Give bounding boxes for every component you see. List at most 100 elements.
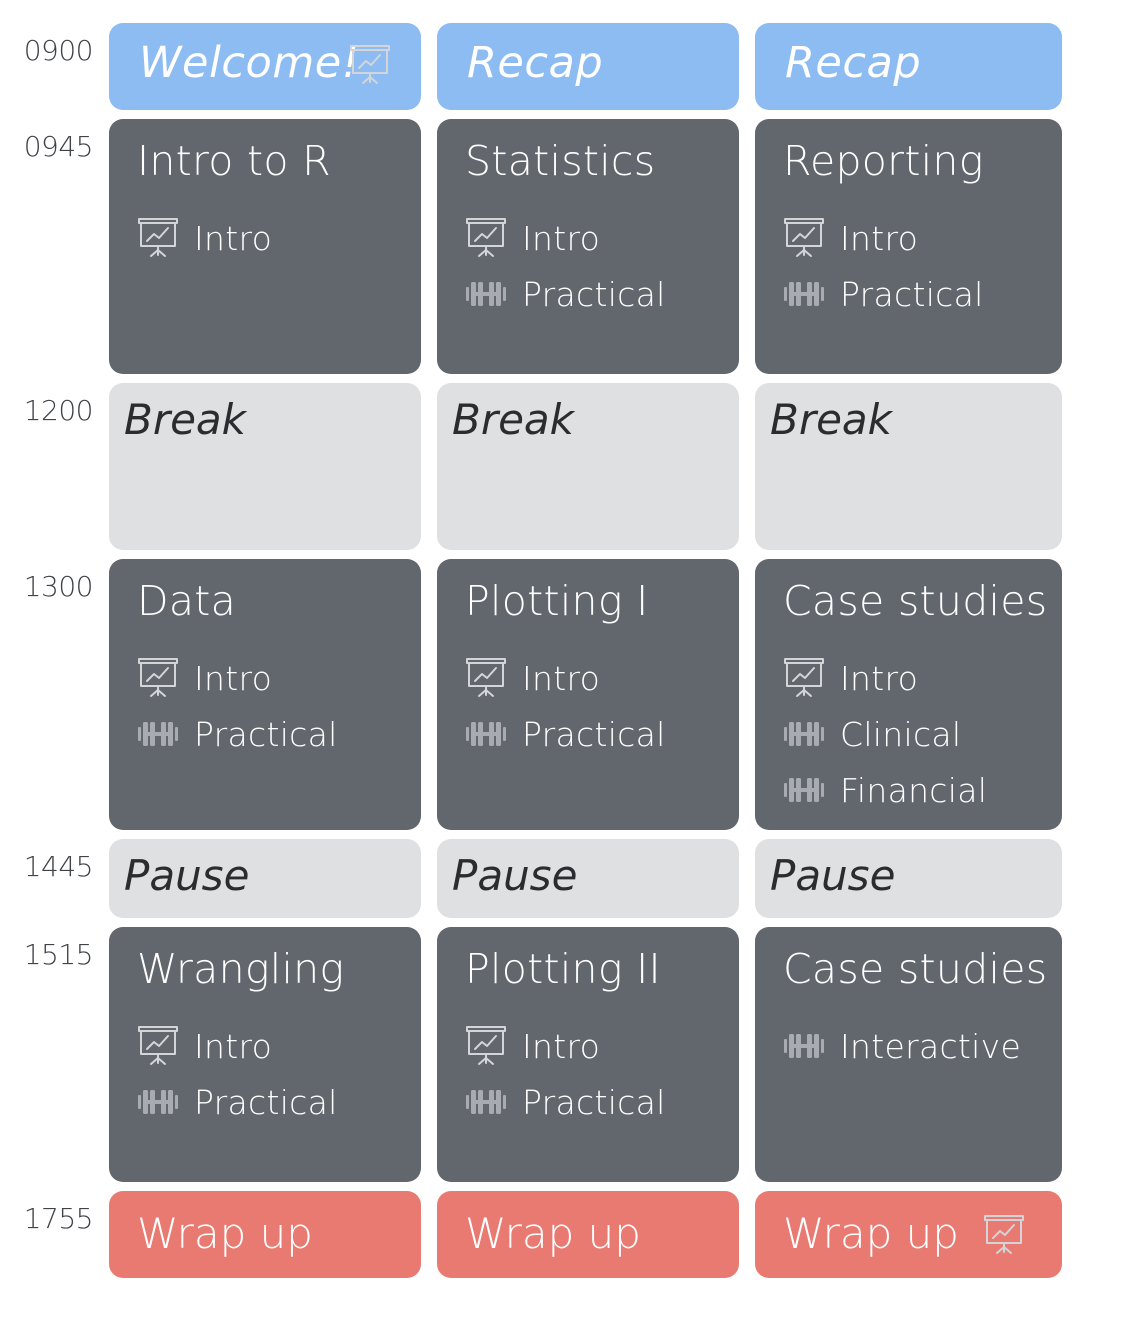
- session-block-reporting: Reporting Intro Practical: [755, 119, 1062, 374]
- dumbbell-icon: [783, 1025, 825, 1067]
- session-item-label: Practical: [840, 274, 984, 314]
- session-block-data: Data Intro Practical: [109, 559, 421, 830]
- session-block-plotting-1: Plotting I Intro Practical: [437, 559, 739, 830]
- recap-block: Recap: [755, 23, 1062, 110]
- session-item-label: Practical: [194, 1082, 338, 1122]
- session-title: Statistics: [465, 137, 656, 185]
- session-title: Intro to R: [137, 137, 331, 185]
- session-item-label: Intro: [522, 658, 601, 698]
- session-item-label: Interactive: [840, 1026, 1022, 1066]
- session-block-case-studies: Case studies Intro Clinical Financial: [755, 559, 1062, 830]
- dumbbell-icon: [465, 1081, 507, 1123]
- time-label-1300: 1300: [23, 570, 94, 603]
- dumbbell-icon: [465, 273, 507, 315]
- pause-block: Pause: [437, 839, 739, 918]
- presentation-icon: [137, 657, 179, 699]
- time-label-1200: 1200: [23, 394, 94, 427]
- session-item: Practical: [137, 1080, 338, 1124]
- pause-block: Pause: [755, 839, 1062, 918]
- time-label-1445: 1445: [23, 850, 94, 883]
- pause-title: Pause: [452, 851, 578, 900]
- session-item-label: Practical: [522, 714, 666, 754]
- recap-title: Recap: [467, 38, 604, 88]
- dumbbell-icon: [783, 769, 825, 811]
- wrap-up-title: Wrap up: [783, 1209, 959, 1258]
- break-block: Break: [437, 383, 739, 550]
- session-item-label: Intro: [194, 658, 273, 698]
- session-item: Intro: [783, 656, 918, 700]
- presentation-icon: [783, 657, 825, 699]
- welcome-title: Welcome!: [139, 38, 360, 88]
- session-item: Practical: [465, 272, 666, 316]
- time-label-0900: 0900: [23, 34, 94, 67]
- session-item: Intro: [465, 1024, 600, 1068]
- wrap-up-title: Wrap up: [137, 1209, 313, 1258]
- dumbbell-icon: [137, 1081, 179, 1123]
- dumbbell-icon: [137, 713, 179, 755]
- dumbbell-icon: [783, 713, 825, 755]
- session-item: Intro: [465, 216, 600, 260]
- session-item: Clinical: [783, 712, 961, 756]
- session-block-intro-to-r: Intro to R Intro: [109, 119, 421, 374]
- session-item-label: Intro: [522, 218, 601, 258]
- session-item: Practical: [783, 272, 984, 316]
- session-title: Case studies: [783, 577, 1048, 625]
- time-label-0945: 0945: [23, 130, 94, 163]
- session-item: Intro: [465, 656, 600, 700]
- presentation-icon: [983, 1214, 1025, 1256]
- session-item-label: Clinical: [840, 714, 962, 754]
- break-title: Break: [770, 395, 892, 444]
- wrap-up-block: Wrap up: [437, 1191, 739, 1278]
- session-title: Data: [137, 577, 237, 625]
- session-title: Wrangling: [137, 945, 345, 993]
- session-item-label: Intro: [522, 1026, 601, 1066]
- presentation-icon: [465, 1025, 507, 1067]
- presentation-icon: [349, 44, 391, 86]
- session-item: Practical: [465, 712, 666, 756]
- session-item: Financial: [783, 768, 987, 812]
- pause-title: Pause: [770, 851, 896, 900]
- session-item: Intro: [137, 1024, 272, 1068]
- presentation-icon: [137, 1025, 179, 1067]
- presentation-icon: [465, 217, 507, 259]
- session-item-label: Practical: [194, 714, 338, 754]
- recap-title: Recap: [785, 38, 922, 88]
- dumbbell-icon: [783, 273, 825, 315]
- session-block-statistics: Statistics Intro Practical: [437, 119, 739, 374]
- session-block-plotting-2: Plotting II Intro Practical: [437, 927, 739, 1182]
- session-title: Reporting: [783, 137, 984, 185]
- recap-block: Recap: [437, 23, 739, 110]
- session-item: Interactive: [783, 1024, 1021, 1068]
- wrap-up-block: Wrap up: [109, 1191, 421, 1278]
- session-block-case-studies-interactive: Case studies Interactive: [755, 927, 1062, 1182]
- session-item: Intro: [137, 656, 272, 700]
- break-block: Break: [755, 383, 1062, 550]
- time-label-1515: 1515: [23, 938, 94, 971]
- welcome-block: Welcome!: [109, 23, 421, 110]
- break-title: Break: [124, 395, 246, 444]
- pause-title: Pause: [124, 851, 250, 900]
- session-item: Intro: [783, 216, 918, 260]
- session-title: Plotting I: [465, 577, 649, 625]
- session-item-label: Financial: [840, 770, 988, 810]
- wrap-up-block: Wrap up: [755, 1191, 1062, 1278]
- session-item-label: Practical: [522, 274, 666, 314]
- session-item-label: Intro: [194, 218, 273, 258]
- session-item-label: Intro: [840, 218, 919, 258]
- session-item-label: Practical: [522, 1082, 666, 1122]
- session-item-label: Intro: [840, 658, 919, 698]
- dumbbell-icon: [465, 713, 507, 755]
- session-item-label: Intro: [194, 1026, 273, 1066]
- session-title: Case studies: [783, 945, 1048, 993]
- pause-block: Pause: [109, 839, 421, 918]
- session-item: Practical: [137, 712, 338, 756]
- break-block: Break: [109, 383, 421, 550]
- wrap-up-title: Wrap up: [465, 1209, 641, 1258]
- time-label-1755: 1755: [23, 1202, 94, 1235]
- session-block-wrangling: Wrangling Intro Practical: [109, 927, 421, 1182]
- presentation-icon: [783, 217, 825, 259]
- presentation-icon: [137, 217, 179, 259]
- presentation-icon: [465, 657, 507, 699]
- session-item: Intro: [137, 216, 272, 260]
- session-title: Plotting II: [465, 945, 661, 993]
